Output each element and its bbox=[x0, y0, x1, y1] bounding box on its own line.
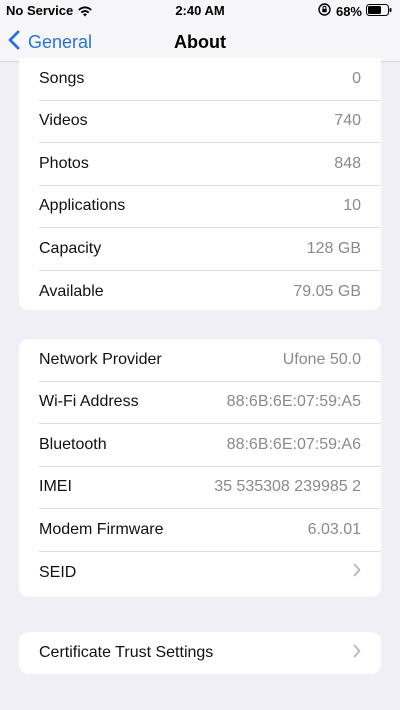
row-value: 88:6B:6E:07:59:A6 bbox=[226, 435, 361, 453]
orientation-lock-icon bbox=[318, 3, 331, 19]
row-value: Ufone 50.0 bbox=[282, 350, 361, 368]
row-label: Songs bbox=[39, 69, 85, 87]
row-label: Photos bbox=[39, 154, 89, 172]
list-item-wifi-address[interactable]: Wi-Fi Address 88:6B:6E:07:59:A5 bbox=[39, 382, 381, 424]
certificate-group: Certificate Trust Settings bbox=[19, 632, 381, 674]
row-label: IMEI bbox=[39, 478, 72, 496]
list-item-videos: Videos 740 bbox=[39, 101, 381, 143]
chevron-right-icon bbox=[353, 644, 361, 663]
list-item-available: Available 79.05 GB bbox=[39, 271, 381, 314]
row-value: 6.03.01 bbox=[307, 520, 361, 538]
row-value: 128 GB bbox=[306, 239, 361, 257]
list-item-applications: Applications 10 bbox=[39, 186, 381, 228]
chevron-right-icon bbox=[353, 563, 361, 582]
row-value: 0 bbox=[352, 69, 361, 87]
network-info-group: Network Provider Ufone 50.0 Wi-Fi Addres… bbox=[19, 339, 381, 597]
row-label: Certificate Trust Settings bbox=[39, 644, 214, 662]
page-title: About bbox=[174, 32, 226, 52]
row-value: 35 535308 239985 2 bbox=[214, 478, 361, 496]
battery-icon bbox=[366, 3, 392, 19]
row-label: Bluetooth bbox=[39, 435, 107, 453]
row-label: Network Provider bbox=[39, 350, 162, 368]
media-info-group: Songs 0 Videos 740 Photos 848 Applicatio… bbox=[19, 58, 381, 310]
status-bar: No Service 2:40 AM 68% bbox=[0, 0, 400, 22]
battery-percent: 68% bbox=[335, 3, 362, 19]
navigation-bar: General About bbox=[0, 22, 400, 62]
row-label: Capacity bbox=[39, 239, 102, 257]
row-value: 10 bbox=[343, 197, 361, 215]
row-label: SEID bbox=[39, 563, 77, 581]
list-item-capacity: Capacity 128 GB bbox=[39, 228, 381, 271]
row-value: 79.05 GB bbox=[293, 282, 361, 300]
row-value: 740 bbox=[334, 112, 361, 130]
row-label: Available bbox=[39, 282, 104, 300]
row-label: Applications bbox=[39, 197, 126, 215]
list-item-network-provider[interactable]: Network Provider Ufone 50.0 bbox=[39, 339, 381, 382]
list-item-modem-firmware[interactable]: Modem Firmware 6.03.01 bbox=[39, 509, 381, 552]
row-label: Videos bbox=[39, 112, 88, 130]
list-item-songs: Songs 0 bbox=[39, 58, 381, 101]
row-label: Wi-Fi Address bbox=[39, 393, 139, 411]
certificate-trust-settings-item[interactable]: Certificate Trust Settings bbox=[39, 632, 381, 675]
list-item-imei[interactable]: IMEI 35 535308 239985 2 bbox=[39, 467, 381, 509]
list-item-seid[interactable]: SEID bbox=[39, 552, 381, 595]
row-value: 88:6B:6E:07:59:A5 bbox=[226, 393, 361, 411]
list-item-photos: Photos 848 bbox=[39, 143, 381, 186]
row-value: 848 bbox=[334, 154, 361, 172]
list-item-bluetooth[interactable]: Bluetooth 88:6B:6E:07:59:A6 bbox=[39, 424, 381, 467]
row-label: Modem Firmware bbox=[39, 520, 164, 538]
